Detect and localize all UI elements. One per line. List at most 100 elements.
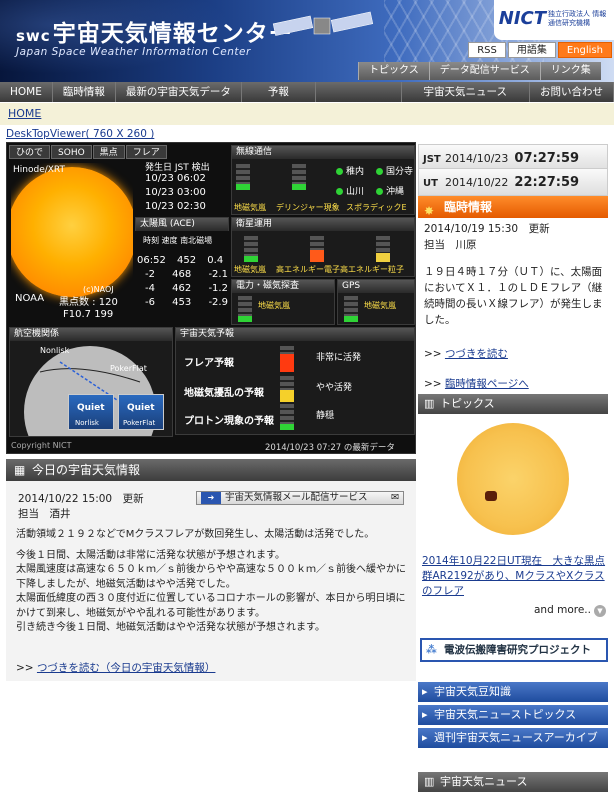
desktop-viewer-link[interactable]: DeskTopViewer( 760 X 260 ) xyxy=(6,128,154,140)
rss-link[interactable]: RSS xyxy=(468,42,506,58)
today-more: >> つづきを読む（今日の宇宙天気情報） xyxy=(16,662,216,674)
glossary-link[interactable]: 用語集 xyxy=(507,42,556,58)
forecast-label: プロトン現象の予報 xyxy=(184,416,274,427)
rinji-date: 2014/10/19 15:30 更新 xyxy=(424,223,550,235)
gps-panel[interactable]: GPS 地磁気嵐 xyxy=(337,279,415,325)
nav-spacer xyxy=(316,82,402,102)
sat-meter xyxy=(376,236,390,262)
side-link-label: 週刊宇宙天気ニュースアーカイブ xyxy=(434,731,598,744)
wind-bz: -2.1 xyxy=(208,269,228,280)
noaa-label: NOAA xyxy=(15,293,45,304)
today-more-link[interactable]: つづきを読む（今日の宇宙天気情報） xyxy=(37,662,216,674)
sun-label: Hinode/XRT xyxy=(13,165,66,175)
satellite-panel[interactable]: 衛星運用 地磁気嵐 高エネルギー電子 高エネルギー粒子 xyxy=(231,217,415,277)
site-logo[interactable]: swc宇宙天気情報センター xyxy=(16,14,293,48)
main-nav: HOME 臨時情報 最新の宇宙天気データ 予報 宇宙天気ニュース お問い合わせ xyxy=(0,82,614,102)
wind-bz: -1.2 xyxy=(208,283,228,294)
tab-sunspot[interactable]: 黒点 xyxy=(92,145,125,159)
subnav-links[interactable]: リンク集 xyxy=(539,62,601,80)
sat-meter xyxy=(244,236,258,262)
arrow-icon: ▸ xyxy=(422,731,428,744)
forecast-label: 地磁気擾乱の予報 xyxy=(184,388,264,399)
nict-subtitle: 独立行政法人 情報通信研究機構 xyxy=(548,10,607,27)
side-link-label: 宇宙天気豆知識 xyxy=(434,685,511,698)
gps-meter xyxy=(344,296,358,322)
nav-news[interactable]: 宇宙天気ニュース xyxy=(402,82,530,102)
subnav-data-service[interactable]: データ配信サービス xyxy=(428,62,540,80)
tab-hinode[interactable]: ひので xyxy=(9,145,51,159)
header-links: RSS 用語集 English xyxy=(468,42,612,58)
rinji-more-link[interactable]: つづきを読む xyxy=(445,348,508,360)
topics-more-label: and more.. xyxy=(534,604,591,616)
clock-date: 2014/10/23 xyxy=(445,152,509,165)
aviation-status-box: Quiet PokerFlat xyxy=(118,394,164,430)
forecast-meter xyxy=(280,346,294,372)
clock-date: 2014/10/22 xyxy=(445,176,509,189)
rinji-body: １９日４時１７分（ＵＴ）に、太陽面においてＸ１．１のＬＤＥフレア（継続時間の長い… xyxy=(424,266,603,326)
wind-columns: 時刻 速度 南北磁場 xyxy=(143,236,213,245)
nav-rinji[interactable]: 臨時情報 xyxy=(53,82,116,102)
breadcrumb[interactable]: HOME xyxy=(0,103,614,125)
aviation-panel[interactable]: 航空機関係 Nonlisk PokerFlat Quiet Norlisk Qui… xyxy=(9,327,173,437)
rinji-header: ✸ 臨時情報 xyxy=(418,196,608,218)
rinji-icon: ✸ xyxy=(424,204,435,218)
clock-label: UT xyxy=(423,178,438,189)
f107-value: F10.7 199 xyxy=(63,309,114,320)
flare-row: 10/23 03:00 xyxy=(145,187,206,198)
topics-more[interactable]: and more.. ▼ xyxy=(534,604,606,617)
wind-header-bar: 太陽風 (ACE) xyxy=(135,217,229,231)
copyright: Copyright NICT xyxy=(11,441,72,450)
radio-wave-icon: ⁂ xyxy=(426,644,437,656)
wind-speed: 452 xyxy=(177,255,197,266)
wind-speed: 462 xyxy=(172,283,192,294)
rinji-page-link[interactable]: 臨時情報ページへ xyxy=(445,378,529,390)
forecast-panel[interactable]: 宇宙天気予報 フレア予報 非常に活発 地磁気擾乱の予報 やや活発 プロトン現象の… xyxy=(175,327,415,435)
bars-icon: ▥ xyxy=(424,397,435,410)
news-header: ▥ 宇宙天気ニュース xyxy=(418,772,608,792)
mail-service-button[interactable]: ➜ 宇宙天気情報メール配信サービス ✉ xyxy=(196,491,404,505)
mail-service-label: 宇宙天気情報メール配信サービス xyxy=(225,492,368,503)
viewer-tabs: ひので SOHO 黒点 フレア xyxy=(9,145,167,159)
today-paragraph: 太陽風速度は高速な６５０ｋｍ／ｓ前後からやや高速な５００ｋｍ／ｓ前後へ緩やかに下… xyxy=(16,564,406,590)
side-link-topics[interactable]: ▸ 宇宙天気ニューストピックス xyxy=(418,705,608,725)
today-body: 活動領域２１９２などでMクラスフレアが数回発生し、太陽活動は活発でした。 今後１… xyxy=(16,528,410,636)
project-label: 電波伝搬障害研究プロジェクト xyxy=(444,644,591,656)
aviation-status-site: PokerFlat xyxy=(123,419,156,427)
topics-sun-image[interactable] xyxy=(451,417,575,541)
side-link-mame[interactable]: ▸ 宇宙天気豆知識 xyxy=(418,682,608,702)
gps-header: GPS xyxy=(338,280,414,293)
forecast-value: やや活発 xyxy=(316,383,353,393)
power-panel[interactable]: 電力・磁気探査 地磁気嵐 xyxy=(231,279,335,325)
aviation-status-site: Norlisk xyxy=(75,419,99,427)
radio-site: 山川 xyxy=(336,184,364,197)
sat-label: 高エネルギー粒子 xyxy=(340,265,404,274)
nav-forecast[interactable]: 予報 xyxy=(242,82,316,102)
nav-home[interactable]: HOME xyxy=(0,82,53,102)
sun-disk xyxy=(11,167,133,297)
rinji-more: >> つづきを読む xyxy=(424,348,508,360)
wind-row-1: -2 468 -2.1 xyxy=(145,269,228,280)
english-link[interactable]: English xyxy=(557,42,612,58)
wind-time: -2 xyxy=(145,269,155,280)
radio-panel[interactable]: 無線通信 稚内 国分寺 山川 沖縄 地磁気嵐 デリンジャー現象 スポラディックE xyxy=(231,145,415,215)
mail-icon: ✉ xyxy=(391,492,399,503)
power-meter xyxy=(238,296,252,322)
nict-logo[interactable]: NICT xyxy=(499,8,546,29)
forecast-label: フレア予報 xyxy=(184,358,234,369)
nav-latest-data[interactable]: 最新の宇宙天気データ xyxy=(116,82,242,102)
sunspot-number: 黒点数 : 120 xyxy=(59,297,118,308)
logo-title: 宇宙天気情報センター xyxy=(52,21,293,47)
forecast-value: 非常に活発 xyxy=(316,353,362,363)
wind-time: -4 xyxy=(145,283,155,294)
tab-soho[interactable]: SOHO xyxy=(51,145,92,159)
sat-meter xyxy=(310,236,324,262)
side-link-archive[interactable]: ▸ 週刊宇宙天気ニュースアーカイブ xyxy=(418,728,608,748)
nav-contact[interactable]: お問い合わせ xyxy=(530,82,614,102)
arrow-icon: ▸ xyxy=(422,708,428,721)
topics-headline[interactable]: 2014年10月22日UT現在 大きな黒点群AR2192があり、MクラスやXクラ… xyxy=(422,554,606,599)
topics-sun-disk xyxy=(457,423,569,535)
project-banner[interactable]: ⁂ 電波伝搬障害研究プロジェクト xyxy=(420,638,608,662)
subnav-topics[interactable]: トピックス xyxy=(358,62,429,80)
topics-header: ▥ トピックス xyxy=(418,394,608,414)
tab-flare[interactable]: フレア xyxy=(125,145,167,159)
